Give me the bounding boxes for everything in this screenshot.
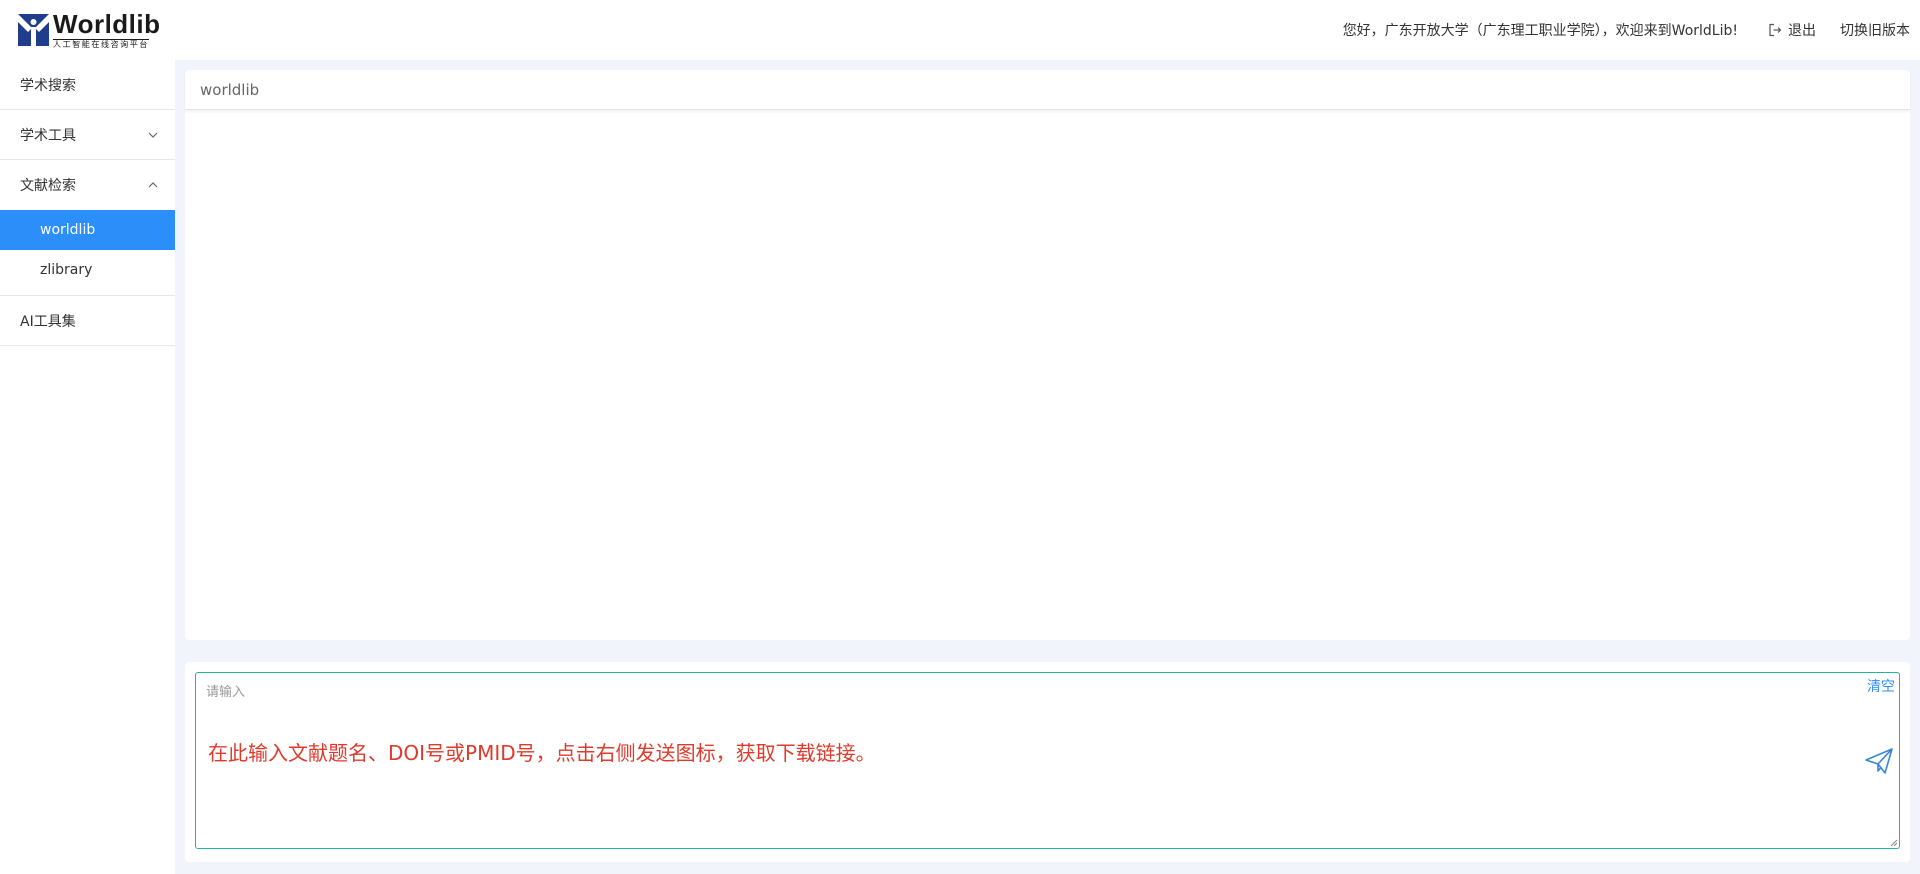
chevron-down-icon [148,132,158,138]
sidebar-item-literature-search[interactable]: 文献检索 [0,160,175,210]
query-input[interactable] [204,679,1804,703]
logout-label: 退出 [1788,23,1816,39]
welcome-message: 您好，广东开放大学（广东理工职业学院），欢迎来到WorldLib! [1342,23,1738,39]
worldlib-logo[interactable]: Worldlib 人工智能在线咨询平台 [18,9,161,50]
header: Worldlib 人工智能在线咨询平台 您好，广东开放大学（广东理工职业学院），… [0,0,1920,60]
logout-icon [1769,23,1782,37]
panel-title: worldlib [185,70,1910,110]
send-icon [1865,748,1893,774]
query-box: 在此输入文献题名、DOI号或PMID号，点击右侧发送图标，获取下载链接。 清空 [195,672,1900,849]
sidebar-item-academic-search[interactable]: 学术搜索 [0,60,175,110]
sidebar-subitem-worldlib[interactable]: worldlib [0,210,175,250]
logo-tagline: 人工智能在线咨询平台 [53,39,149,49]
sidebar-item-academic-tools[interactable]: 学术工具 [0,110,175,160]
switch-old-version-link[interactable]: 切换旧版本 [1840,20,1910,40]
conversation-panel: worldlib [185,70,1910,640]
sidebar-item-label: 文献检索 [20,178,76,194]
input-hint: 在此输入文献题名、DOI号或PMID号，点击右侧发送图标，获取下载链接。 [208,741,876,765]
resize-handle-icon[interactable] [1889,838,1898,847]
sidebar-item-label: AI工具集 [20,313,76,330]
literature-submenu: worldlib zlibrary [0,210,175,296]
logo-wordmark: Worldlib [53,9,161,39]
logo-mark [18,14,49,46]
sidebar-item-label: 学术工具 [20,127,76,144]
sidebar-subitem-zlibrary[interactable]: zlibrary [0,250,175,290]
input-panel: 在此输入文献题名、DOI号或PMID号，点击右侧发送图标，获取下载链接。 清空 [185,662,1910,862]
logout-button[interactable]: 退出 [1768,20,1816,40]
send-button[interactable] [1863,745,1895,777]
main-area: worldlib 在此输入文献题名、DOI号或PMID号，点击右侧发送图标，获取… [175,60,1920,874]
sidebar-item-ai-tools[interactable]: AI工具集 [0,296,175,346]
sidebar: 学术搜索 学术工具 文献检索 worldlib zlibrary AI工具集 [0,60,175,874]
sidebar-item-label: 学术搜索 [20,77,76,94]
chevron-up-icon [148,182,158,188]
header-actions: 您好，广东开放大学（广东理工职业学院），欢迎来到WorldLib! 退出 切换旧… [1343,0,1910,60]
clear-button[interactable]: 清空 [1867,676,1895,696]
